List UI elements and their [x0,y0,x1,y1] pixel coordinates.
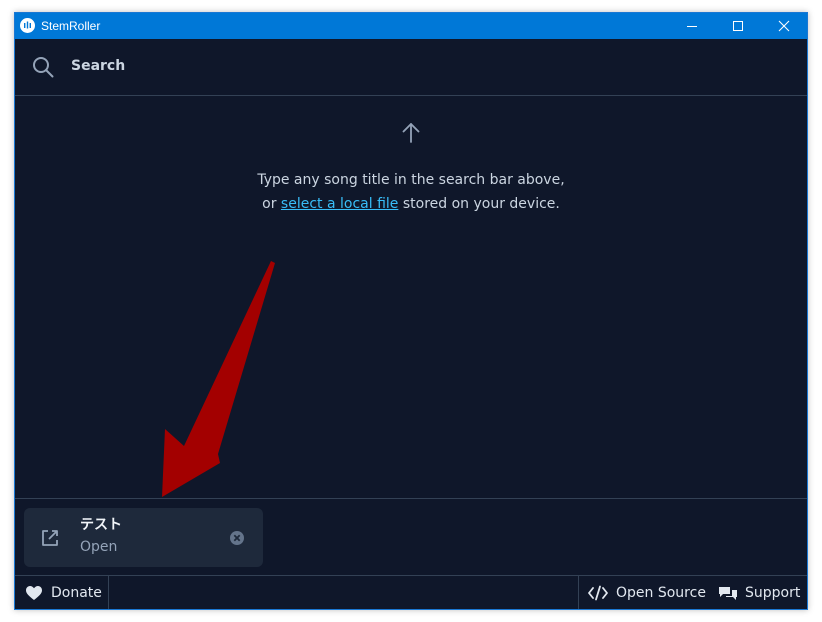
app-logo-icon [20,18,35,33]
close-window-button[interactable] [761,13,807,39]
empty-state-hint: Type any song title in the search bar ab… [111,168,711,216]
processing-queue: テスト Open [15,498,807,576]
queue-item[interactable]: テスト Open [24,508,263,567]
search-icon [33,57,54,78]
code-icon [588,585,608,601]
close-circle-icon[interactable] [229,530,245,546]
hint-line-2: or select a local file stored on your de… [111,192,711,216]
search-input[interactable] [63,53,779,79]
hint-suffix: stored on your device. [398,196,560,212]
hint-prefix: or [262,196,281,212]
donate-label: Donate [51,585,102,601]
heart-icon [26,586,42,600]
empty-state: Type any song title in the search bar ab… [15,96,807,498]
chat-bubbles-icon [719,587,737,600]
footer-bar: Donate Open Source Support [15,575,807,609]
hint-line-1: Type any song title in the search bar ab… [257,172,565,188]
arrow-up-icon [402,123,420,143]
queue-item-status: Open [80,539,118,555]
app-window: StemRoller Ty [14,12,808,610]
open-source-label: Open Source [616,585,706,601]
support-button[interactable]: Support [709,576,805,609]
minimize-icon [687,26,697,27]
donate-button[interactable]: Donate [15,576,109,609]
external-link-icon [42,530,58,546]
maximize-icon [733,21,743,31]
window-title: StemRoller [41,19,101,33]
open-source-button[interactable]: Open Source [578,576,706,609]
queue-item-title: テスト [80,517,122,533]
support-label: Support [745,585,801,601]
select-local-file-link[interactable]: select a local file [281,196,398,212]
title-bar[interactable]: StemRoller [15,13,807,39]
maximize-button[interactable] [715,13,761,39]
search-bar [15,39,807,96]
minimize-button[interactable] [669,13,715,39]
close-icon [778,20,790,32]
